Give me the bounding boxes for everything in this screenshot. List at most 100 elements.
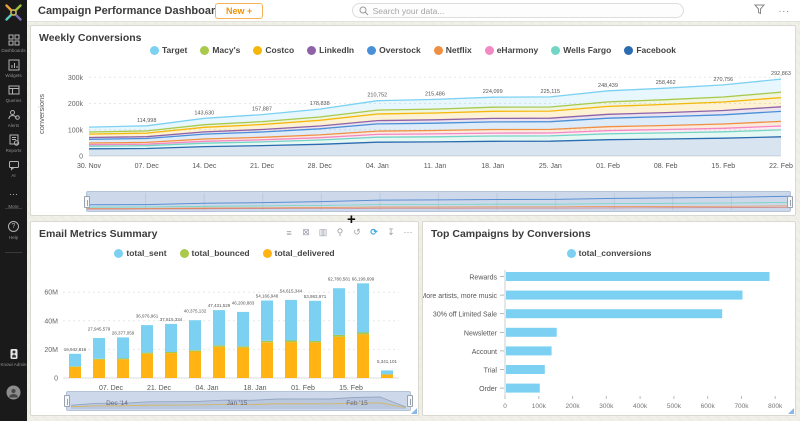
sidebar-item-dashboards[interactable]: Dashboards bbox=[0, 34, 27, 53]
bar-segment[interactable] bbox=[333, 337, 345, 378]
sidebar-item-knowi-admin[interactable]: Knowi Admin bbox=[0, 348, 27, 367]
bar-segment[interactable] bbox=[165, 324, 177, 352]
resize-handle[interactable] bbox=[788, 408, 794, 414]
insights-icon[interactable]: ⚲ bbox=[335, 227, 345, 238]
bar-segment[interactable] bbox=[357, 334, 369, 378]
legend-item[interactable]: Target bbox=[150, 45, 187, 55]
bar[interactable] bbox=[506, 309, 722, 318]
history-icon[interactable]: ↺ bbox=[352, 227, 362, 238]
sidebar-item-help[interactable]: ? Help bbox=[0, 215, 27, 240]
dashboard-title-dropdown[interactable]: Campaign Performance Dashboard ⌄ bbox=[38, 5, 234, 17]
bar-segment[interactable] bbox=[69, 354, 81, 367]
bar-segment[interactable] bbox=[237, 312, 249, 346]
bar-segment[interactable] bbox=[117, 337, 129, 358]
share-icon[interactable]: ↧ bbox=[386, 227, 396, 238]
bar-segment[interactable] bbox=[333, 288, 345, 335]
bar-segment[interactable] bbox=[285, 300, 297, 341]
bar-segment[interactable] bbox=[213, 347, 225, 378]
bar-segment[interactable] bbox=[117, 359, 129, 378]
bar-segment[interactable] bbox=[93, 359, 105, 360]
legend-item[interactable]: total_conversions bbox=[567, 248, 652, 258]
bar-segment[interactable] bbox=[333, 335, 345, 337]
resize-handle[interactable] bbox=[411, 408, 417, 414]
legend-item[interactable]: Overstock bbox=[367, 45, 421, 55]
bar-segment[interactable] bbox=[165, 353, 177, 378]
bar-segment[interactable] bbox=[69, 367, 81, 378]
bar-segment[interactable] bbox=[261, 341, 273, 343]
bar[interactable] bbox=[506, 384, 540, 393]
bar-segment[interactable] bbox=[189, 320, 201, 350]
legend-item[interactable]: total_sent bbox=[114, 248, 166, 258]
bar-segment[interactable] bbox=[165, 352, 177, 353]
navigator-handle-left[interactable] bbox=[84, 196, 90, 208]
bar-segment[interactable] bbox=[309, 343, 321, 379]
bar-segment[interactable] bbox=[261, 301, 273, 341]
bar-segment[interactable] bbox=[117, 359, 129, 360]
bar[interactable] bbox=[506, 346, 552, 355]
bar-segment[interactable] bbox=[357, 333, 369, 335]
legend-item[interactable]: Netflix bbox=[434, 45, 472, 55]
bar-segment[interactable] bbox=[237, 348, 249, 378]
legend-item[interactable]: eHarmony bbox=[485, 45, 539, 55]
sidebar-item-reports[interactable]: Reports bbox=[0, 134, 27, 153]
legend-item[interactable]: Facebook bbox=[624, 45, 676, 55]
refresh-icon[interactable]: ⟳ bbox=[369, 227, 379, 238]
bar-segment[interactable] bbox=[285, 341, 297, 343]
filter-funnel-icon[interactable] bbox=[754, 4, 765, 15]
export-icon[interactable]: ⊠ bbox=[301, 227, 311, 238]
email-metrics-chart[interactable]: 020M40M60M16,942,81627,945,57928,377,059… bbox=[31, 260, 418, 400]
sidebar-item-widgets[interactable]: Widgets bbox=[0, 59, 27, 78]
bar-segment[interactable] bbox=[141, 354, 153, 378]
sidebar-item-more[interactable]: ⋯ More bbox=[0, 184, 27, 209]
email-chart-navigator[interactable]: Dec '14Jan '15Feb '15 bbox=[66, 391, 411, 411]
sidebar-item-alerts[interactable]: Alerts bbox=[0, 109, 27, 128]
weekly-conversions-chart[interactable]: 0100k200k300kconversions114,998143,63015… bbox=[31, 58, 795, 180]
bar[interactable] bbox=[506, 365, 545, 374]
bar[interactable] bbox=[506, 272, 770, 281]
legend-item[interactable]: Wells Fargo bbox=[551, 45, 611, 55]
legend-item[interactable]: Macy's bbox=[200, 45, 240, 55]
navigator-handle-right[interactable] bbox=[407, 395, 413, 407]
navigator-handle-right[interactable] bbox=[787, 196, 793, 208]
bar-segment[interactable] bbox=[93, 338, 105, 359]
sidebar-item-queries[interactable]: Queries bbox=[0, 84, 27, 103]
search-input[interactable] bbox=[373, 6, 677, 16]
bar-segment[interactable] bbox=[189, 351, 201, 378]
bar-segment[interactable] bbox=[309, 341, 321, 343]
bar[interactable] bbox=[506, 328, 557, 337]
bar-segment[interactable] bbox=[309, 301, 321, 341]
user-avatar[interactable] bbox=[0, 385, 27, 400]
bar-segment[interactable] bbox=[381, 370, 393, 374]
bar-segment[interactable] bbox=[69, 366, 81, 367]
weekly-chart-navigator[interactable] bbox=[86, 191, 791, 212]
bar[interactable] bbox=[506, 291, 743, 300]
legend-item[interactable]: total_delivered bbox=[263, 248, 335, 258]
sidebar-item-ai[interactable]: AI bbox=[0, 159, 27, 178]
bar-segment[interactable] bbox=[93, 360, 105, 378]
legend-dot bbox=[624, 46, 633, 55]
navigator-handle-left[interactable] bbox=[64, 395, 70, 407]
bar-segment[interactable] bbox=[237, 346, 249, 347]
bar-segment[interactable] bbox=[261, 342, 273, 378]
bar-segment[interactable] bbox=[141, 325, 153, 353]
widget-more-icon[interactable]: ⋯ bbox=[403, 227, 413, 238]
bar-segment[interactable] bbox=[381, 375, 393, 379]
svg-text:100k: 100k bbox=[68, 127, 84, 134]
legend-item[interactable]: total_bounced bbox=[180, 248, 250, 258]
bar-segment[interactable] bbox=[141, 353, 153, 354]
top-campaigns-chart[interactable]: RewardsMore artists, more music30% off L… bbox=[423, 268, 795, 415]
chart-type-icon[interactable]: ▥ bbox=[318, 227, 328, 238]
bar-segment[interactable] bbox=[213, 310, 225, 345]
svg-text:40,375,132: 40,375,132 bbox=[184, 309, 207, 314]
menu-icon[interactable]: ≡ bbox=[284, 228, 294, 238]
bar-segment[interactable] bbox=[189, 350, 201, 351]
legend-item[interactable]: Costco bbox=[253, 45, 294, 55]
bar-segment[interactable] bbox=[357, 283, 369, 332]
bar-segment[interactable] bbox=[285, 342, 297, 378]
header-more-icon[interactable]: ... bbox=[779, 4, 790, 15]
search-bar[interactable] bbox=[352, 3, 684, 18]
knowi-logo-icon[interactable] bbox=[3, 2, 24, 23]
new-button[interactable]: New + bbox=[215, 3, 263, 19]
legend-item[interactable]: LinkedIn bbox=[307, 45, 354, 55]
bar-segment[interactable] bbox=[213, 345, 225, 346]
